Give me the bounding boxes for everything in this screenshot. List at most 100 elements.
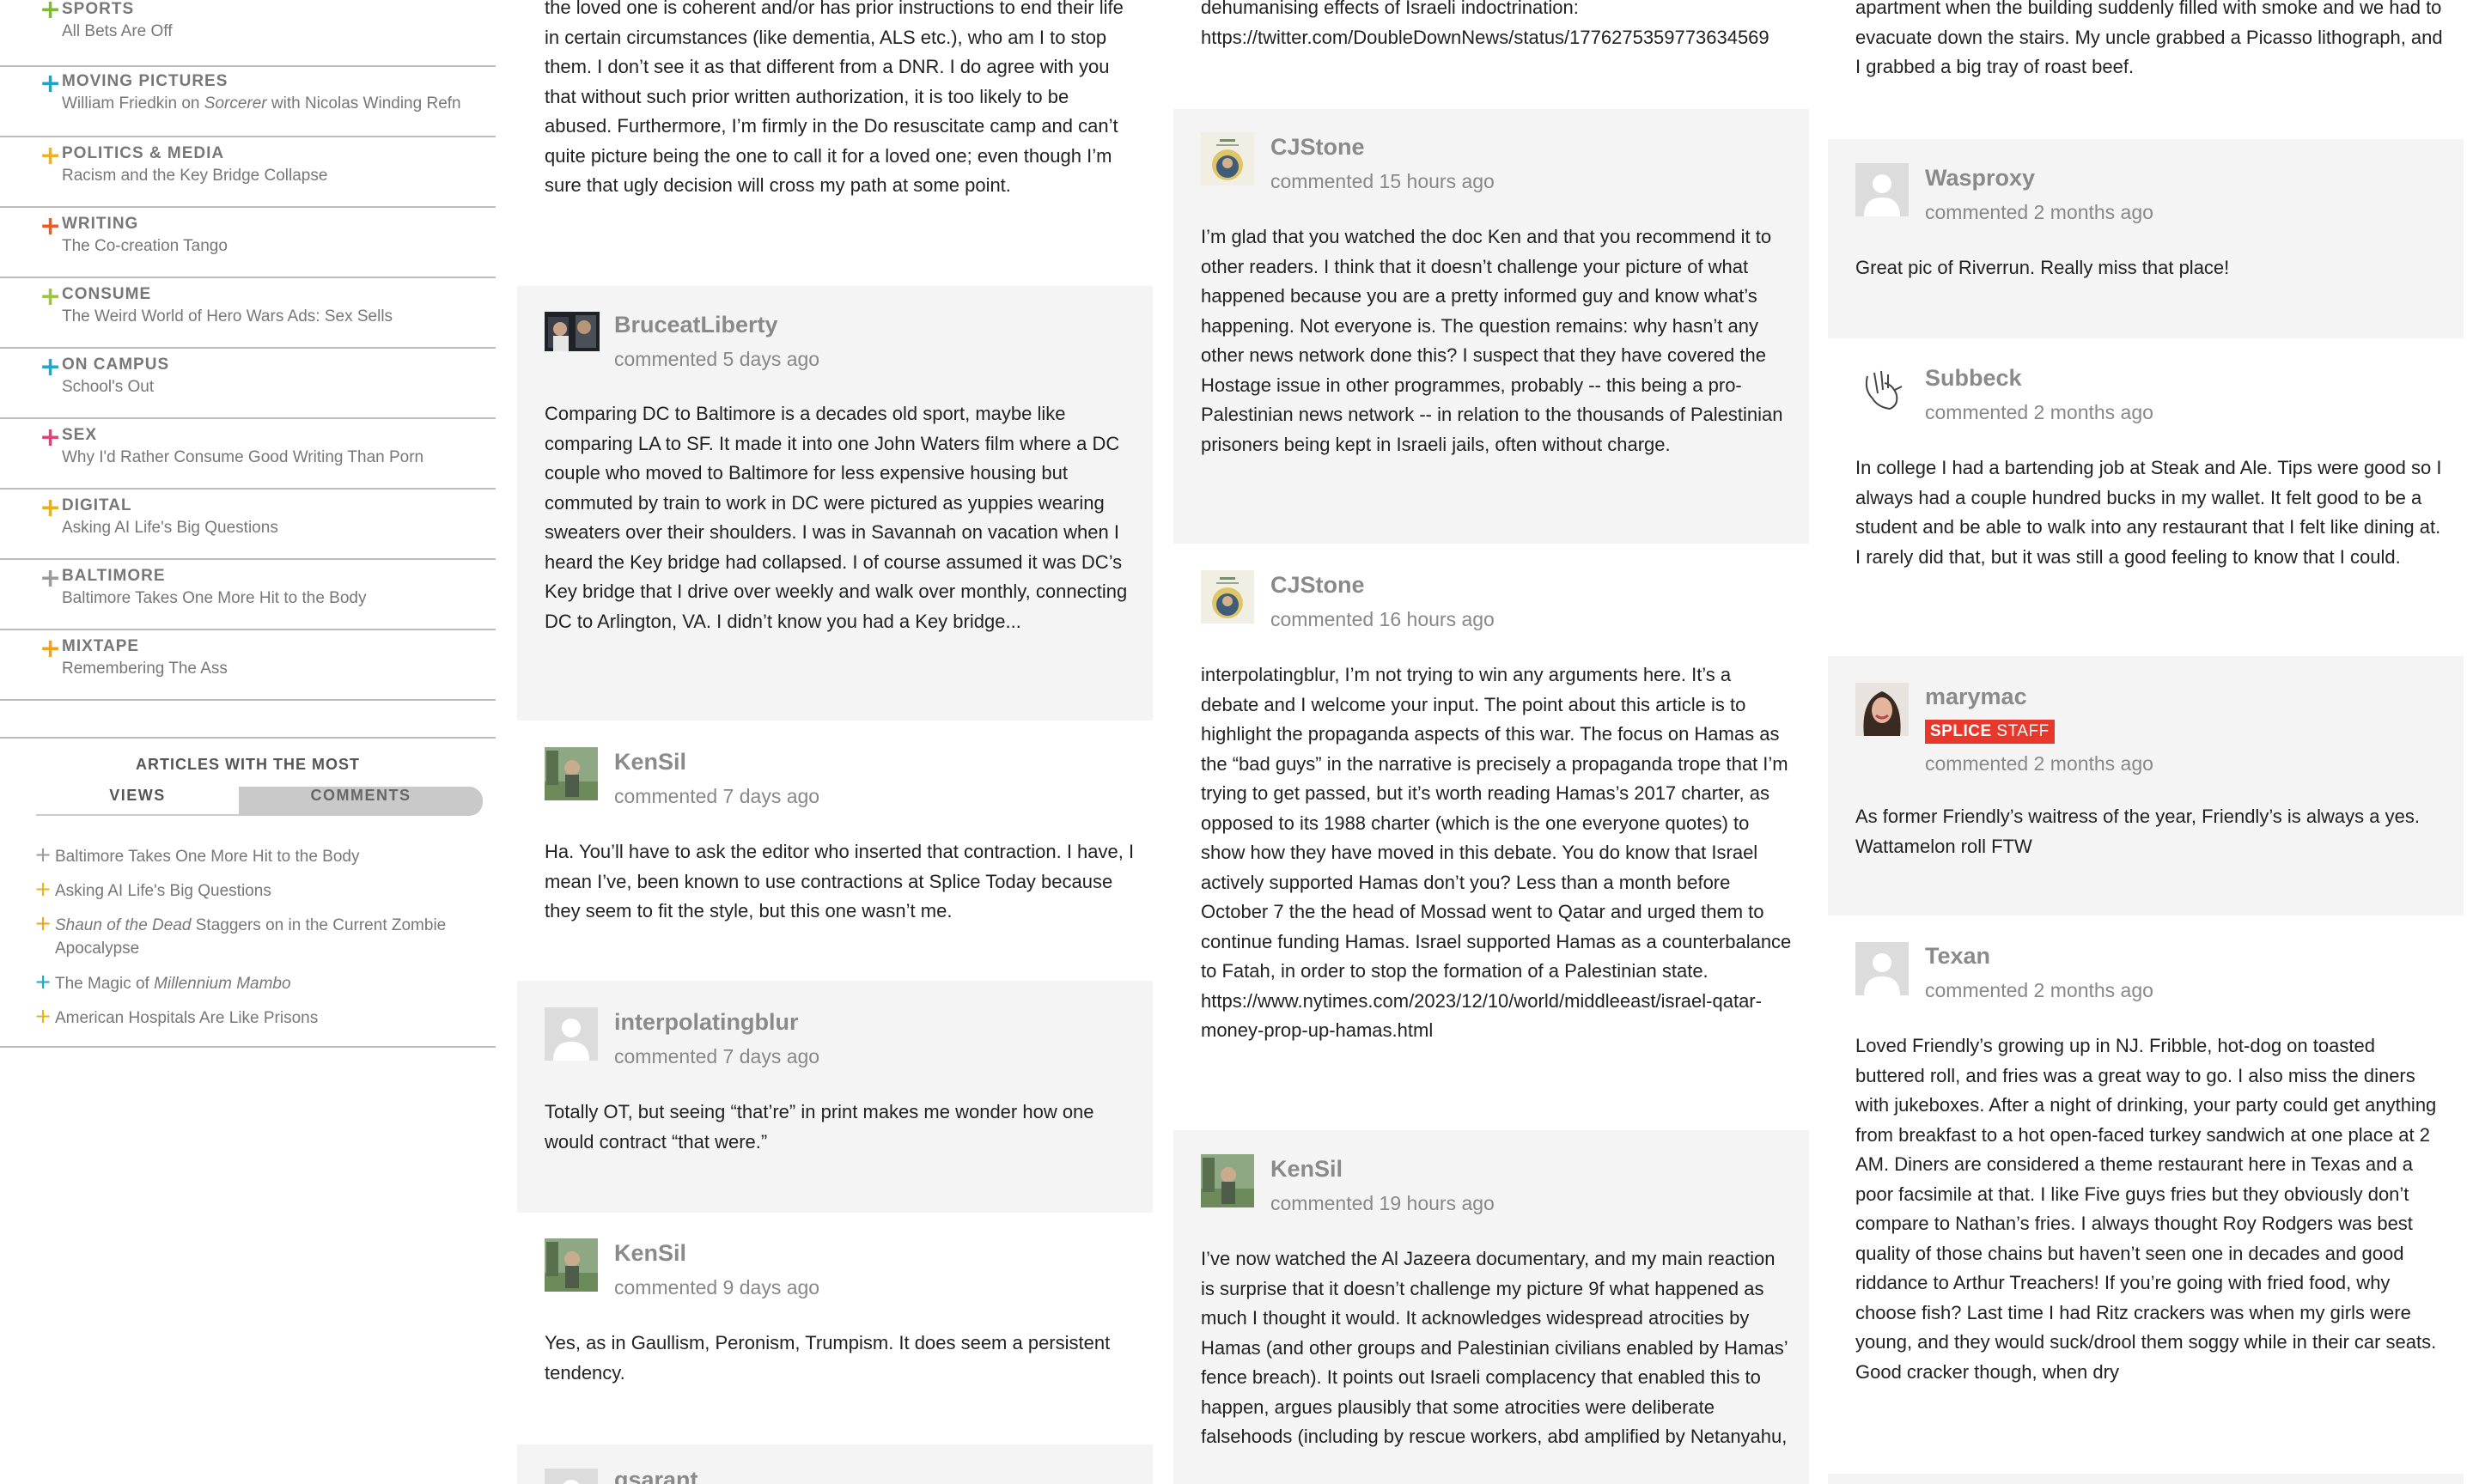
most-articles-widget: ARTICLES WITH THE MOST VIEWS COMMENTS + B… [0, 737, 496, 1028]
comment-username[interactable]: interpolatingblur [614, 1009, 798, 1036]
comment-text: the loved one is coherent and/or has pri… [545, 0, 1124, 196]
comment-timestamp: commented 19 hours ago [1270, 1192, 1495, 1214]
sidebar-section-politics-media[interactable]: + POLITICS & MEDIA Racism and the Key Br… [0, 137, 496, 208]
most-list-item-link[interactable]: Shaun of the Dead Staggers on in the Cur… [34, 914, 472, 960]
comment-card: interpolatingblur commented 7 days ago T… [517, 981, 1153, 1213]
comment-username[interactable]: KenSil [1270, 1156, 1343, 1183]
comment-timestamp: commented 16 hours ago [1270, 608, 1495, 630]
comments-column-3: apartment when the building suddenly fil… [1828, 0, 2464, 1484]
comment-text: interpolatingblur, I’m not trying to win… [1201, 664, 1792, 1041]
plus-icon: + [34, 970, 52, 994]
avatar[interactable] [1201, 570, 1254, 623]
most-list-item[interactable]: + The Magic of Millennium Mambo [34, 970, 472, 995]
avatar[interactable] [545, 747, 598, 800]
avatar[interactable] [545, 1238, 598, 1292]
section-article-link[interactable]: The Weird World of Hero Wars Ads: Sex Se… [62, 307, 393, 326]
comment-username[interactable]: Wasproxy [1925, 165, 2035, 192]
comment-text: Totally OT, but seeing “that’re” in prin… [545, 1101, 1094, 1153]
comment-username[interactable]: CJStone [1270, 134, 1365, 161]
avatar[interactable] [1855, 364, 1909, 417]
section-article-link[interactable]: School's Out [62, 378, 154, 397]
comment-timestamp: commented 7 days ago [614, 785, 820, 807]
comment-text: Ha. You’ll have to ask the editor who in… [545, 841, 1135, 921]
sidebar-section-baltimore[interactable]: + BALTIMORE Baltimore Takes One More Hit… [0, 560, 496, 630]
comment-card: KenSil commented 9 days ago Yes, as in G… [517, 1213, 1153, 1444]
section-article-link[interactable]: Remembering The Ass [62, 660, 228, 678]
section-category: ON CAMPUS [62, 356, 170, 374]
comment-card: KenSil commented 7 days ago Ha. You’ll h… [517, 721, 1153, 981]
comment-text: Yes, as in Gaullism, Peronism, Trumpism.… [545, 1332, 1111, 1384]
avatar[interactable] [1855, 163, 1909, 216]
comment-text: I’m glad that you watched the doc Ken an… [1201, 226, 1783, 455]
section-article-link[interactable]: Asking AI Life's Big Questions [62, 519, 278, 538]
comment-text: dehumanising effects of Israeli indoctri… [1201, 0, 1769, 48]
comment-username[interactable]: CJStone [1270, 572, 1365, 599]
comment-timestamp: commented 7 days ago [614, 1045, 820, 1067]
most-list-item[interactable]: + American Hospitals Are Like Prisons [34, 1004, 472, 1030]
section-category: WRITING [62, 215, 139, 233]
sidebar-section-on-campus[interactable]: + ON CAMPUS School's Out [0, 349, 496, 419]
comment-username[interactable]: BruceatLiberty [614, 312, 778, 338]
avatar[interactable] [1855, 683, 1909, 736]
sidebar-section-sports[interactable]: + SPORTS All Bets Are Off [0, 0, 496, 67]
avatar[interactable] [545, 1007, 598, 1061]
section-category: MIXTAPE [62, 637, 140, 655]
comment-username[interactable]: KenSil [614, 749, 686, 775]
avatar[interactable] [1201, 1154, 1254, 1207]
most-list-item[interactable]: + Shaun of the Dead Staggers on in the Cu… [34, 911, 472, 960]
comment-username[interactable]: Texan [1925, 943, 1990, 970]
plus-icon: + [34, 1004, 52, 1028]
avatar[interactable] [1855, 942, 1909, 995]
comment-card: CJStone commented 15 hours ago I’m glad … [1173, 109, 1809, 544]
comment-card: gsarant [517, 1444, 1153, 1484]
most-list-item-link[interactable]: American Hospitals Are Like Prisons [34, 1007, 472, 1030]
plus-icon: + [40, 352, 62, 382]
plus-icon: + [40, 0, 62, 25]
comment-card: CJStone commented 16 hours ago interpola… [1173, 544, 1809, 1130]
comment-username[interactable]: gsarant [614, 1467, 698, 1484]
plus-icon: + [40, 282, 62, 312]
most-list-item[interactable]: + Asking AI Life's Big Questions [34, 877, 472, 903]
sidebar-section-moving-pictures[interactable]: + MOVING PICTURES William Friedkin on So… [0, 67, 496, 137]
section-article-link[interactable]: Baltimore Takes One More Hit to the Body [62, 589, 366, 608]
tab-views[interactable]: VIEWS [36, 787, 239, 816]
sidebar-section-consume[interactable]: + CONSUME The Weird World of Hero Wars A… [0, 278, 496, 349]
most-list-item-link[interactable]: Asking AI Life's Big Questions [34, 879, 472, 903]
tab-comments[interactable]: COMMENTS [239, 787, 483, 816]
comments-column-1: the loved one is coherent and/or has pri… [517, 0, 1153, 1484]
sidebar-section-writing[interactable]: + WRITING The Co-creation Tango [0, 208, 496, 278]
comment-username[interactable]: KenSil [614, 1240, 686, 1267]
sidebar-section-digital[interactable]: + DIGITAL Asking AI Life's Big Questions [0, 490, 496, 560]
section-article-link[interactable]: All Bets Are Off [62, 22, 172, 41]
comment-card: Wasproxy commented 2 months ago Great pi… [1828, 139, 2464, 338]
sidebar-section-mixtape[interactable]: + MIXTAPE Remembering The Ass [0, 630, 496, 701]
page: + SPORTS All Bets Are Off + MOVING PICTU… [0, 0, 2473, 1484]
comments-column-2: dehumanising effects of Israeli indoctri… [1173, 0, 1809, 1484]
comment-text: Comparing DC to Baltimore is a decades o… [545, 403, 1128, 632]
most-list-item-link[interactable]: Baltimore Takes One More Hit to the Body [34, 845, 472, 868]
section-article-link[interactable]: William Friedkin on Sorcerer with Nicola… [62, 94, 461, 113]
avatar[interactable] [545, 1469, 598, 1484]
comment-card: Texan commented 2 months ago Loved Frien… [1828, 915, 2464, 1474]
plus-icon: + [34, 911, 52, 935]
section-article-link[interactable]: The Co-creation Tango [62, 237, 228, 256]
sidebar-section-sex[interactable]: + SEX Why I'd Rather Consume Good Writin… [0, 419, 496, 490]
comment-timestamp: commented 9 days ago [614, 1276, 820, 1298]
most-list-item-link[interactable]: The Magic of Millennium Mambo [34, 972, 472, 995]
comment-text: In college I had a bartending job at Ste… [1855, 457, 2442, 568]
staff-badge: SPLICE STAFF [1925, 720, 2055, 744]
most-list-item[interactable]: + Baltimore Takes One More Hit to the Bod… [34, 842, 472, 868]
avatar[interactable] [545, 312, 600, 351]
section-category: MOVING PICTURES [62, 72, 228, 90]
comment-card: marymac SPLICE STAFF commented 2 months … [1828, 656, 2464, 915]
section-article-link[interactable]: Why I'd Rather Consume Good Writing Than… [62, 448, 423, 467]
section-article-link[interactable]: Racism and the Key Bridge Collapse [62, 167, 327, 186]
avatar[interactable] [1201, 132, 1254, 186]
comment-timestamp: commented 2 months ago [1925, 752, 2153, 775]
comment-timestamp: commented 2 months ago [1925, 979, 2153, 1001]
comment-username[interactable]: Subbeck [1925, 365, 2022, 392]
plus-icon: + [34, 842, 52, 867]
comment-username[interactable]: marymac [1925, 684, 2027, 710]
plus-icon: + [40, 69, 62, 99]
comment-timestamp: commented 5 days ago [614, 348, 820, 370]
